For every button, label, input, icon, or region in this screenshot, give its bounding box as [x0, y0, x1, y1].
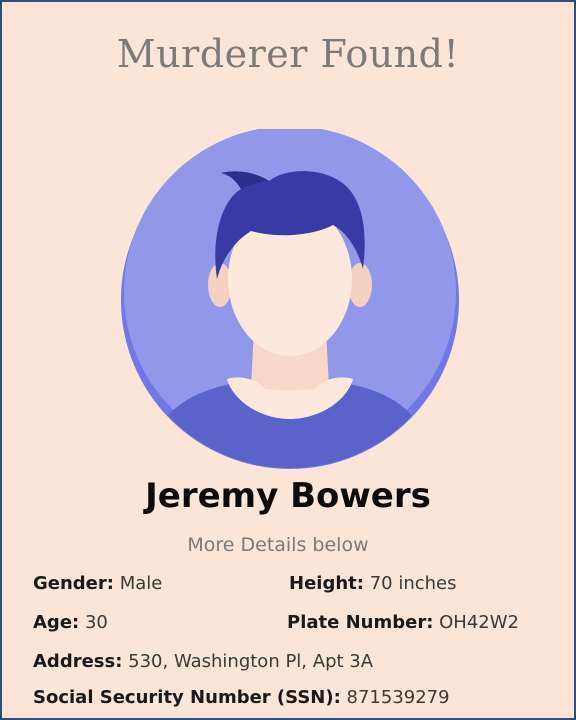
details-subtitle: More Details below	[187, 534, 369, 556]
height-field: Height: 70 inches	[289, 573, 457, 594]
height-label: Height	[289, 573, 357, 594]
ssn-label: Social Security Number (SSN)	[33, 687, 334, 708]
age-value: 30	[84, 612, 108, 633]
gender-value: Male	[119, 573, 163, 594]
address-value: 530, Washington Pl, Apt 3A	[128, 651, 374, 672]
age-label: Age	[33, 612, 73, 633]
ssn-value: 871539279	[346, 687, 450, 708]
person-avatar-icon	[119, 126, 461, 471]
gender-label: Gender	[33, 573, 107, 594]
page-title: Murderer Found!	[116, 32, 460, 76]
height-value: 70 inches	[369, 573, 457, 594]
ssn-field: Social Security Number (SSN): 871539279	[33, 687, 450, 708]
gender-field: Gender: Male	[33, 573, 163, 594]
plate-field: Plate Number: OH42W2	[287, 612, 519, 633]
profile-card: Murderer Found! Jeremy Bowers More Detai…	[0, 0, 576, 720]
address-label: Address	[33, 651, 116, 672]
plate-label: Plate Number	[287, 612, 427, 633]
suspect-name: Jeremy Bowers	[145, 476, 431, 516]
plate-value: OH42W2	[439, 612, 519, 633]
age-field: Age: 30	[33, 612, 108, 633]
address-field: Address: 530, Washington Pl, Apt 3A	[33, 651, 374, 672]
